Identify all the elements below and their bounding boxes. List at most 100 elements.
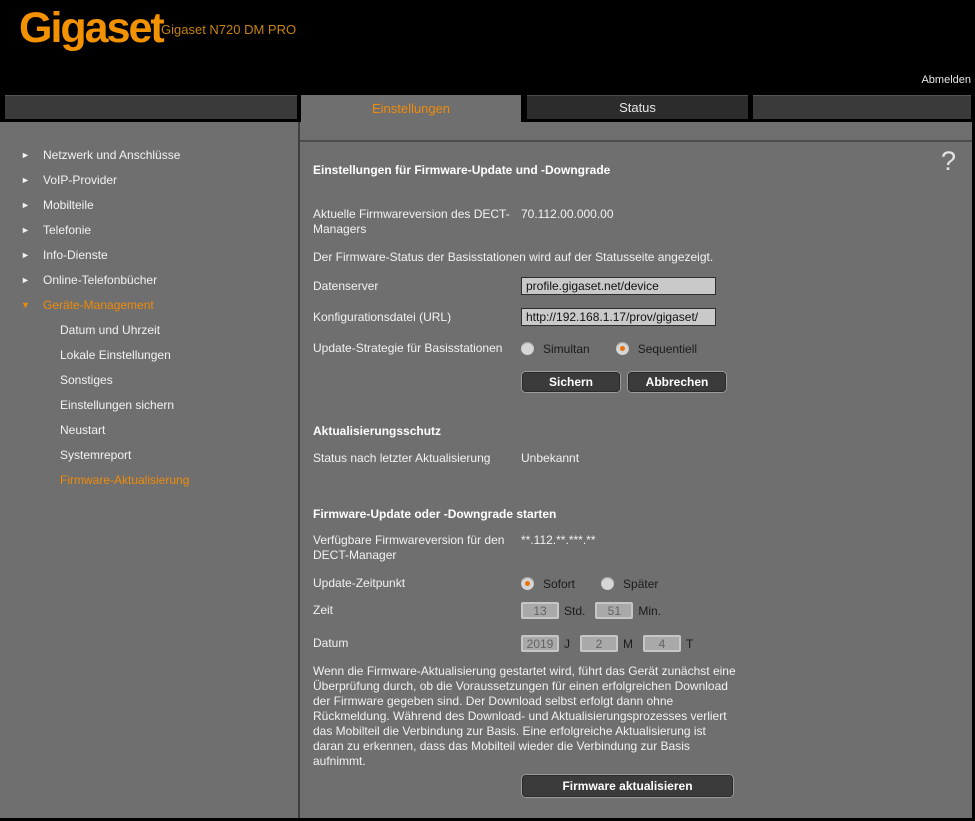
- available-firmware-label: Verfügbare Firmwareversion für den DECT-…: [313, 533, 521, 563]
- current-firmware-value: 70.112.00.000.00: [521, 207, 614, 222]
- month-input[interactable]: [580, 635, 618, 652]
- year-input[interactable]: [521, 635, 559, 652]
- content-panel: ? Einstellungen für Firmware-Update und …: [300, 140, 972, 818]
- tab-einstellungen[interactable]: Einstellungen: [301, 95, 521, 122]
- chevron-down-icon: ▼: [21, 300, 33, 310]
- update-strategy-label: Update-Strategie für Basisstationen: [313, 341, 521, 356]
- radio-simultan[interactable]: [521, 342, 534, 355]
- sidebar-item-label: Telefonie: [43, 223, 91, 237]
- radio-sofort-label: Sofort: [543, 577, 575, 591]
- sidebar-item-label: Netzwerk und Anschlüsse: [43, 148, 180, 162]
- time-label: Zeit: [313, 603, 521, 618]
- update-timepoint-label: Update-Zeitpunkt: [313, 576, 521, 591]
- config-file-url-input[interactable]: [521, 308, 716, 326]
- firmware-update-button[interactable]: Firmware aktualisieren: [521, 774, 734, 798]
- sidebar-item-mobilteile[interactable]: ► Mobilteile: [0, 192, 298, 217]
- radio-sequentiell[interactable]: [616, 342, 629, 355]
- sidebar-subitem-neustart[interactable]: Neustart: [0, 417, 298, 442]
- tab-filler-right: [753, 95, 971, 119]
- chevron-right-icon: ►: [21, 175, 33, 185]
- save-cancel-row: Sichern Abbrechen: [521, 371, 958, 393]
- radio-sofort[interactable]: [521, 577, 534, 590]
- update-status-value: Unbekannt: [521, 451, 579, 466]
- sidebar-subitem-systemreport[interactable]: Systemreport: [0, 442, 298, 467]
- current-firmware-row: Aktuelle Firmwareversion des DECT-Manage…: [313, 207, 958, 237]
- sidebar-item-geraete-management[interactable]: ▼ Geräte-Management: [0, 292, 298, 317]
- config-file-label: Konfigurationsdatei (URL): [313, 310, 521, 325]
- sidebar-subitem-firmware-aktualisierung[interactable]: Firmware-Aktualisierung: [0, 467, 298, 492]
- data-server-row: Datenserver: [313, 277, 958, 295]
- cancel-button[interactable]: Abbrechen: [627, 371, 727, 393]
- day-unit-label: T: [686, 637, 693, 651]
- sidebar-subitem-sonstiges[interactable]: Sonstiges: [0, 367, 298, 392]
- sidebar-subitem-lokale-einstellungen[interactable]: Lokale Einstellungen: [0, 342, 298, 367]
- sidebar-item-label: Geräte-Management: [43, 298, 154, 312]
- hour-unit-label: Std.: [564, 604, 585, 618]
- sidebar-subitem-label: Einstellungen sichern: [60, 398, 174, 412]
- header: Gigaset Gigaset N720 DM PRO Abmelden: [0, 0, 975, 95]
- month-unit-label: M: [623, 637, 633, 651]
- data-server-label: Datenserver: [313, 279, 521, 294]
- date-row: Datum J M T: [313, 635, 958, 652]
- sidebar-item-label: Online-Telefonbücher: [43, 273, 157, 287]
- body: ► Netzwerk und Anschlüsse ► VoIP-Provide…: [0, 122, 972, 818]
- update-status-label: Status nach letzter Aktualisierung: [313, 451, 521, 466]
- sidebar-item-label: VoIP-Provider: [43, 173, 117, 187]
- year-unit-label: J: [564, 637, 570, 651]
- page: Gigaset Gigaset N720 DM PRO Abmelden Ein…: [0, 0, 975, 821]
- sidebar-item-label: Info-Dienste: [43, 248, 108, 262]
- tab-status[interactable]: Status: [527, 95, 748, 119]
- gigaset-logo: Gigaset: [19, 4, 163, 53]
- chevron-right-icon: ►: [21, 275, 33, 285]
- update-strategy-row: Update-Strategie für Basisstationen Simu…: [313, 341, 958, 356]
- config-file-row: Konfigurationsdatei (URL): [313, 308, 958, 326]
- day-input[interactable]: [643, 635, 681, 652]
- current-firmware-label: Aktuelle Firmwareversion des DECT-Manage…: [313, 207, 521, 237]
- chevron-right-icon: ►: [21, 225, 33, 235]
- sidebar-item-telefonie[interactable]: ► Telefonie: [0, 217, 298, 242]
- radio-sequentiell-label: Sequentiell: [638, 342, 697, 356]
- sidebar-subitem-einstellungen-sichern[interactable]: Einstellungen sichern: [0, 392, 298, 417]
- sidebar-subitem-label: Lokale Einstellungen: [60, 348, 171, 362]
- date-label: Datum: [313, 636, 521, 651]
- tab-filler-left: [5, 95, 297, 119]
- firmware-update-button-row: Firmware aktualisieren: [521, 774, 958, 798]
- chevron-right-icon: ►: [21, 250, 33, 260]
- sidebar-item-netzwerk[interactable]: ► Netzwerk und Anschlüsse: [0, 142, 298, 167]
- update-status-row: Status nach letzter Aktualisierung Unbek…: [313, 451, 958, 466]
- minute-unit-label: Min.: [638, 604, 661, 618]
- chevron-right-icon: ►: [21, 150, 33, 160]
- sidebar-item-label: Mobilteile: [43, 198, 94, 212]
- radio-spaeter[interactable]: [601, 577, 614, 590]
- radio-simultan-label: Simultan: [543, 342, 590, 356]
- sidebar-item-online-telefonbuecher[interactable]: ► Online-Telefonbücher: [0, 267, 298, 292]
- sidebar-subitem-label: Systemreport: [60, 448, 131, 462]
- time-row: Zeit Std. Min.: [313, 602, 958, 619]
- tab-bar: Einstellungen Status: [0, 95, 975, 122]
- help-icon[interactable]: ?: [941, 146, 956, 177]
- available-firmware-value: **.112.**.***.**: [521, 533, 596, 548]
- data-server-input[interactable]: [521, 277, 716, 295]
- sidebar-subitem-datum-und-uhrzeit[interactable]: Datum und Uhrzeit: [0, 317, 298, 342]
- update-info-text: Wenn die Firmware-Aktualisierung gestart…: [313, 664, 737, 769]
- firmware-status-note: Der Firmware-Status der Basisstationen w…: [313, 250, 958, 265]
- product-name: Gigaset N720 DM PRO: [161, 22, 296, 37]
- sidebar-subitem-label: Datum und Uhrzeit: [60, 323, 160, 337]
- sidebar-subitem-label: Neustart: [60, 423, 105, 437]
- minute-input[interactable]: [595, 602, 633, 619]
- section-title-start-update: Firmware-Update oder -Downgrade starten: [313, 507, 958, 521]
- hour-input[interactable]: [521, 602, 559, 619]
- logout-link[interactable]: Abmelden: [921, 74, 971, 86]
- section-title-firmware-settings: Einstellungen für Firmware-Update und -D…: [313, 163, 958, 177]
- chevron-right-icon: ►: [21, 200, 33, 210]
- update-timepoint-row: Update-Zeitpunkt Sofort Später: [313, 576, 958, 591]
- sidebar-subitem-label: Sonstiges: [60, 373, 113, 387]
- sidebar-item-info-dienste[interactable]: ► Info-Dienste: [0, 242, 298, 267]
- radio-spaeter-label: Später: [623, 577, 658, 591]
- available-firmware-row: Verfügbare Firmwareversion für den DECT-…: [313, 533, 958, 563]
- sidebar-subitem-label: Firmware-Aktualisierung: [60, 473, 189, 487]
- main-column: ? Einstellungen für Firmware-Update und …: [300, 122, 972, 818]
- save-button[interactable]: Sichern: [521, 371, 621, 393]
- section-title-update-protection: Aktualisierungsschutz: [313, 424, 958, 438]
- sidebar-item-voip-provider[interactable]: ► VoIP-Provider: [0, 167, 298, 192]
